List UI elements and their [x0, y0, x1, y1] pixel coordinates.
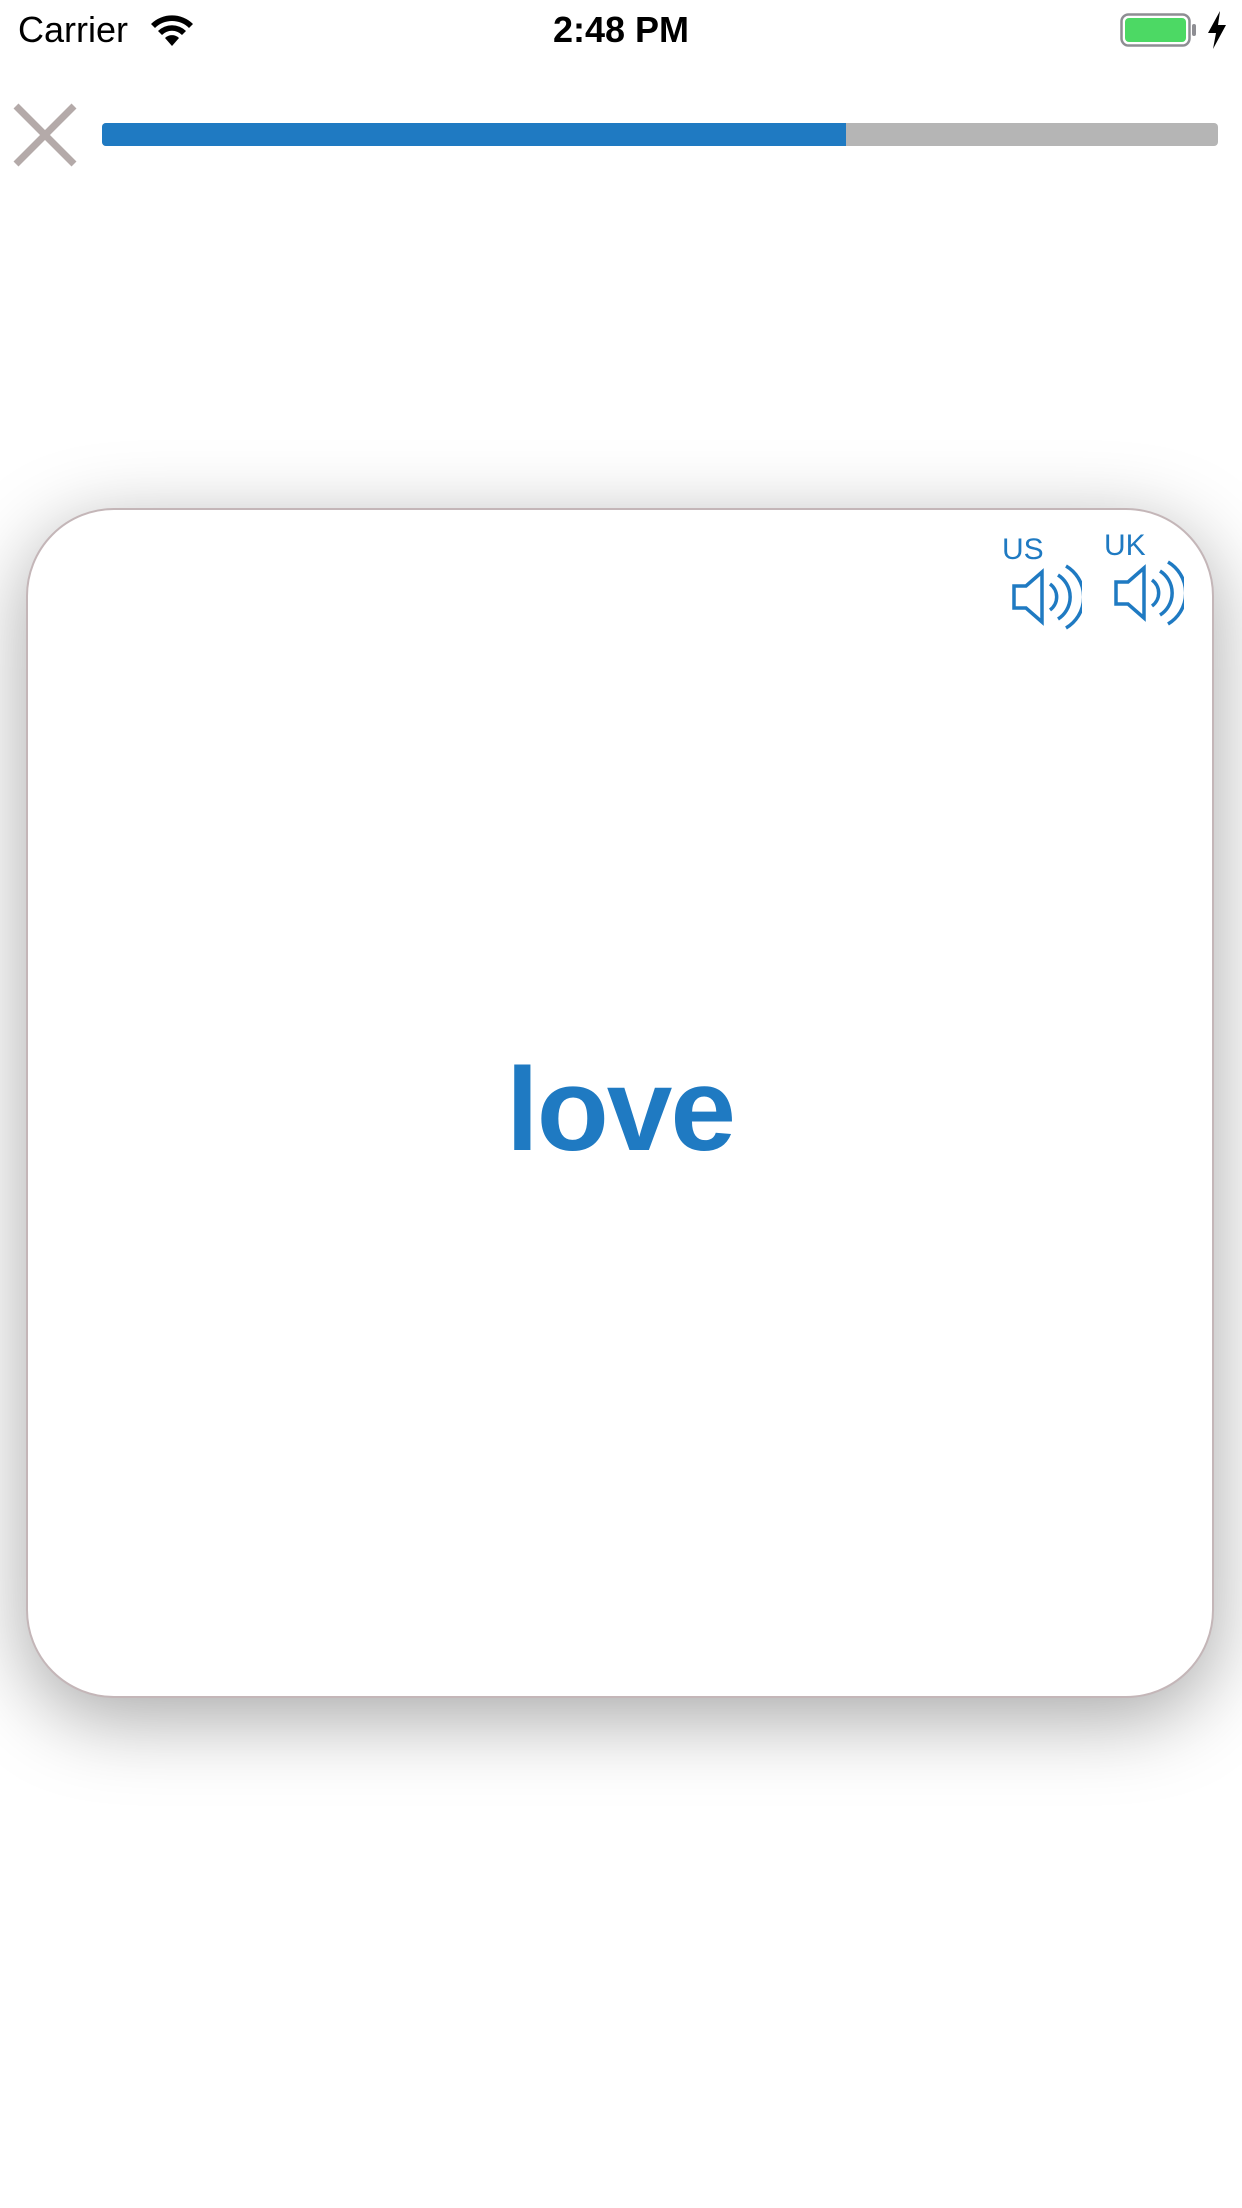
battery-icon — [1120, 13, 1196, 47]
close-icon — [13, 103, 77, 167]
charging-icon — [1208, 11, 1226, 49]
progress-fill — [102, 123, 847, 146]
flashcard-word: love — [505, 1044, 736, 1176]
us-pronunciation-button[interactable]: US — [1002, 534, 1086, 644]
speaker-icon — [1012, 564, 1082, 630]
flashcard[interactable]: US UK love — [26, 508, 1214, 1698]
status-time: 2:48 PM — [552, 9, 690, 50]
status-bar: Carrier 2:48 PM — [0, 0, 1242, 60]
uk-pronunciation-button[interactable]: UK — [1104, 530, 1188, 640]
progress-bar — [102, 123, 1218, 146]
speaker-icon — [1114, 560, 1184, 626]
close-button[interactable] — [10, 100, 80, 170]
